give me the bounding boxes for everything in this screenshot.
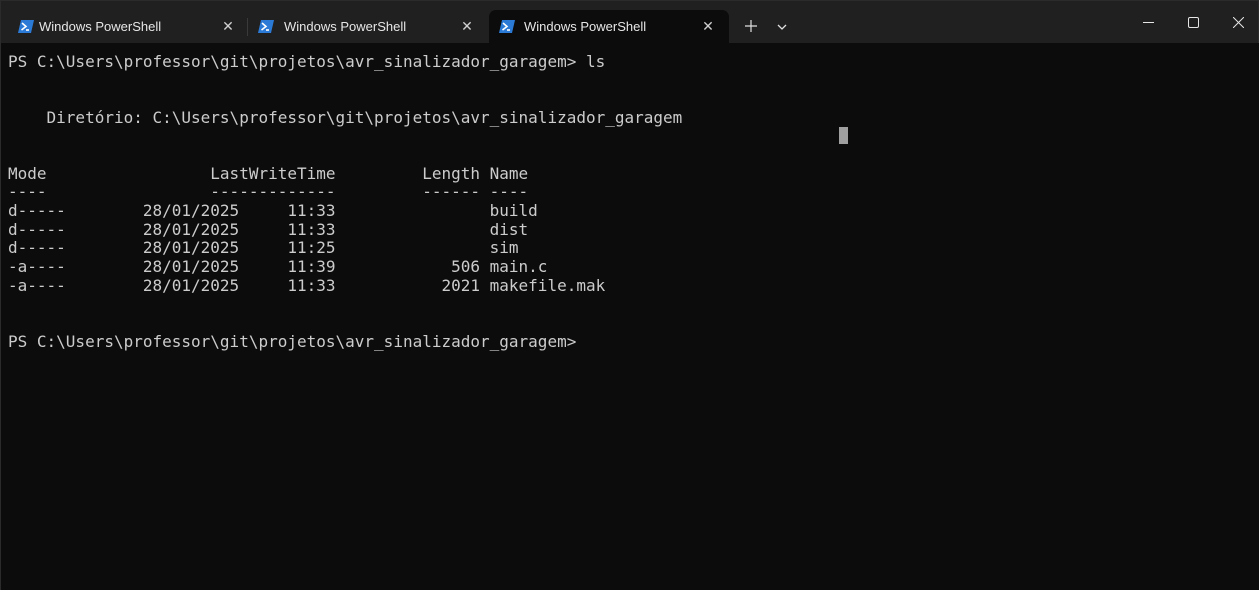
chevron-down-icon [777,24,787,30]
close-icon [1232,16,1244,28]
close-icon[interactable]: ✕ [459,18,475,34]
powershell-icon [18,20,34,33]
tab-dropdown-button[interactable] [773,15,791,37]
table-row: -a---- 28/01/2025 11:39 506 main.c [8,257,548,276]
title-bar[interactable]: Windows PowerShell ✕ Windows PowerShell … [1,1,1258,43]
tab-3-active[interactable]: Windows PowerShell ✕ [489,10,729,43]
table-row: d----- 28/01/2025 11:33 build [8,201,538,220]
table-row: d----- 28/01/2025 11:33 dist [8,220,529,239]
table-header: Mode LastWriteTime Length Name [8,164,529,183]
powershell-icon [258,20,274,33]
tab-1[interactable]: Windows PowerShell ✕ [5,10,243,43]
terminal-window: Windows PowerShell ✕ Windows PowerShell … [0,0,1259,590]
text-cursor [839,127,848,144]
minimize-icon [1142,21,1154,23]
tab-title: Windows PowerShell [39,19,162,34]
directory-header: Diretório: C:\Users\professor\git\projet… [8,108,683,127]
new-tab-button[interactable] [741,15,761,37]
close-icon[interactable]: ✕ [700,18,716,34]
minimize-button[interactable] [1125,1,1171,43]
tab-2[interactable]: Windows PowerShell ✕ [245,10,485,43]
tab-title: Windows PowerShell [284,19,407,34]
prompt-line: PS C:\Users\professor\git\projetos\avr_s… [8,332,577,351]
tab-title: Windows PowerShell [524,19,647,34]
close-button[interactable] [1215,1,1259,43]
plus-icon [745,20,757,32]
powershell-icon [499,20,515,33]
prompt-line: PS C:\Users\professor\git\projetos\avr_s… [8,52,606,71]
maximize-icon [1187,16,1199,28]
table-row: -a---- 28/01/2025 11:33 2021 makefile.ma… [8,276,606,295]
close-icon[interactable]: ✕ [220,18,236,34]
table-row: d----- 28/01/2025 11:25 sim [8,238,519,257]
table-divider: ---- ------------- ------ ---- [8,182,529,201]
maximize-button[interactable] [1170,1,1216,43]
terminal-output[interactable]: PS C:\Users\professor\git\projetos\avr_s… [1,43,1259,590]
